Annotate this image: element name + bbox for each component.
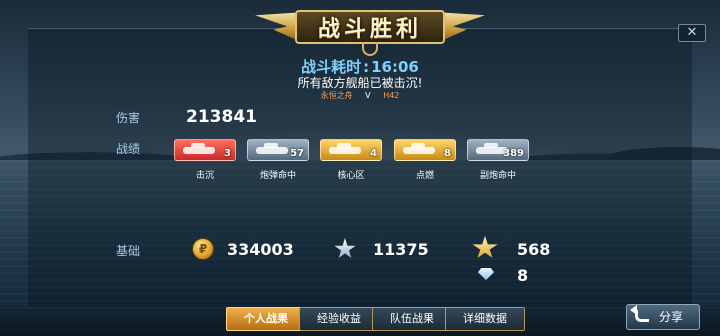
tab-personal-results[interactable]: 个人战果 [226,307,306,331]
coin-icon: ₽ [192,238,214,260]
map-code: H42 [383,91,400,100]
diamond-value: 8 [517,266,529,285]
badge-caption: 炮弹命中 [259,171,296,181]
badge-caption: 核心区 [337,171,365,181]
map-info: 永恒之舟 V H42 [0,90,720,101]
badge-count: 8 [444,148,451,159]
rank-value: 568 [517,240,551,259]
badge-count: 3 [224,148,231,159]
coin-value: 334003 [227,240,294,259]
fire-icon [403,143,435,154]
map-mid: V [365,91,371,100]
badge-caption: 击沉 [195,171,214,181]
citadel-icon [329,143,361,154]
tab-detailed-data[interactable]: 详细数据 [445,307,525,331]
anchor-icon [362,42,378,56]
ship-silhouette-icon [183,143,215,154]
victory-emblem: 战斗胜利 [255,4,485,56]
damage-value: 213841 [186,107,257,127]
page-title: 战斗胜利 [317,17,422,42]
badge-count: 4 [370,148,377,159]
badge-secondary-hits[interactable]: 389 [467,139,529,161]
badge-sink[interactable]: 3 [174,139,236,161]
close-button[interactable]: ✕ [678,24,706,42]
shell-icon [256,143,288,154]
badge-fire[interactable]: 8 [394,139,456,161]
badge-count: 57 [290,148,304,159]
tab-team-results[interactable]: 队伍战果 [372,307,452,331]
badge-citadel[interactable]: 4 [320,139,382,161]
map-name: 永恒之舟 [320,91,353,100]
achievements-label: 战绩 [116,142,141,156]
badge-caption: 点燃 [415,171,434,181]
share-arrow-icon [630,305,649,322]
exp-value: 11375 [373,240,429,259]
base-rewards-label: 基础 [116,244,141,258]
tab-exp-rewards[interactable]: 经验收益 [299,307,379,331]
badge-count: 389 [503,148,524,159]
share-button[interactable]: 分享 [626,304,700,330]
damage-label: 伤害 [116,111,141,125]
badge-caption: 副炮命中 [479,171,516,181]
title-plate: 战斗胜利 [295,10,445,44]
badge-shell-hits[interactable]: 57 [247,139,309,161]
share-label: 分享 [659,310,684,324]
battle-result-text: 所有敌方舰船已被击沉! [297,76,423,90]
